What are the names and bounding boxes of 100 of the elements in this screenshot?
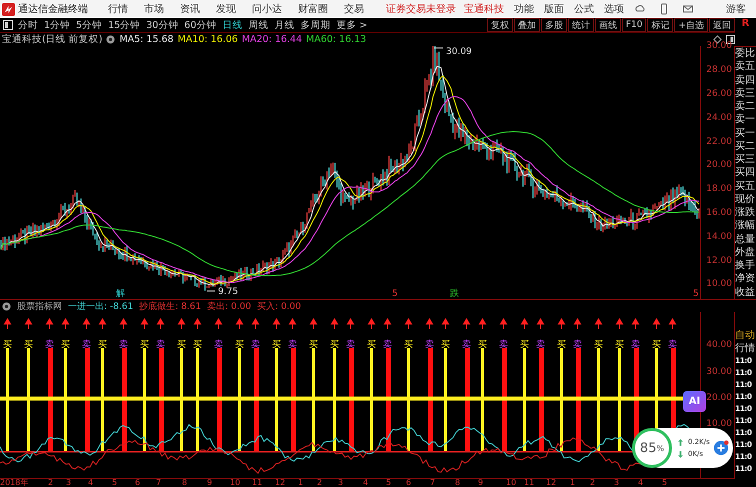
menu-item[interactable]: 版面 bbox=[544, 2, 564, 16]
toolbar-button[interactable]: 返回 bbox=[709, 18, 735, 32]
date-label: 4 bbox=[88, 478, 94, 487]
chart-marker[interactable]: 5 bbox=[693, 289, 699, 300]
panel-toggle-icon[interactable] bbox=[3, 20, 13, 30]
signal-label: 买 bbox=[652, 340, 661, 350]
period-tab[interactable]: 1分钟 bbox=[44, 18, 70, 32]
period-tab[interactable]: 分时 bbox=[18, 18, 38, 32]
signal-label: 买 bbox=[3, 340, 12, 350]
quote-field-label: 总量 bbox=[735, 234, 756, 245]
menu-item[interactable]: 市场 bbox=[144, 2, 164, 16]
date-label: 12 bbox=[275, 478, 286, 487]
arrow-icon bbox=[215, 318, 222, 330]
period-tab[interactable]: 5分钟 bbox=[76, 18, 102, 32]
memory-usage-ball[interactable]: 85% bbox=[632, 428, 672, 468]
date-label: 6 bbox=[135, 478, 140, 487]
quote-field-label: 买二 bbox=[735, 140, 756, 152]
period-tab[interactable]: 日线 bbox=[222, 18, 242, 32]
arrow-icon bbox=[669, 318, 676, 330]
arrow-icon bbox=[62, 318, 69, 330]
menu-item[interactable]: 行情 bbox=[108, 2, 128, 16]
arrow-icon bbox=[368, 318, 375, 330]
arrow-icon bbox=[46, 318, 53, 330]
toolbar-button[interactable]: +自选 bbox=[674, 18, 708, 32]
quote-field-label: 委比 bbox=[735, 48, 756, 60]
signal-label: 卖 bbox=[214, 340, 223, 350]
date-label: 2018年 bbox=[0, 478, 28, 487]
menu-item[interactable]: 交易 bbox=[344, 2, 364, 16]
menu-item[interactable]: 公式 bbox=[574, 2, 594, 16]
period-tab[interactable]: 月线 bbox=[274, 18, 294, 32]
menu-item[interactable]: 功能 bbox=[514, 2, 534, 16]
toolbar-button[interactable]: 画线 bbox=[594, 18, 621, 32]
menu-item[interactable]: 选项 bbox=[604, 2, 624, 16]
signal-label: 买 bbox=[367, 340, 376, 350]
low-price-label: 9.75 bbox=[218, 287, 238, 298]
signal-label: 买 bbox=[177, 340, 186, 350]
user-button[interactable]: 游客 bbox=[726, 2, 746, 16]
arrow-icon bbox=[178, 318, 185, 330]
axis-tick-label: 18.00 bbox=[706, 184, 732, 194]
toolbar-button[interactable]: 标记 bbox=[647, 18, 674, 32]
period-tab[interactable]: 30分钟 bbox=[146, 18, 178, 32]
phone-icon[interactable] bbox=[658, 3, 670, 15]
date-label: 9 bbox=[207, 478, 212, 487]
mail-icon[interactable] bbox=[682, 3, 694, 15]
upload-arrow-icon bbox=[678, 438, 683, 446]
moving-average-value: MA5: 15.68 bbox=[119, 34, 174, 46]
period-tab[interactable]: 更多 > bbox=[336, 18, 368, 32]
date-label: 3 bbox=[338, 478, 344, 487]
signal-label: 买 bbox=[594, 340, 603, 350]
period-tab[interactable]: 多周期 bbox=[300, 18, 330, 32]
arrow-icon bbox=[574, 318, 581, 330]
signal-label: 买 bbox=[478, 340, 487, 350]
date-label: 11 bbox=[252, 478, 262, 487]
date-label: 5 bbox=[386, 478, 392, 487]
signal-label: 卖 bbox=[251, 340, 260, 350]
quote-field-label: 买五 bbox=[735, 180, 756, 192]
menu-item[interactable]: 发现 bbox=[216, 2, 236, 16]
mode-label[interactable]: 自动 bbox=[735, 330, 756, 342]
ai-button[interactable]: AI bbox=[683, 391, 706, 412]
arrow-icon bbox=[252, 318, 259, 330]
chart-marker[interactable]: 解 bbox=[116, 289, 125, 300]
toolbar-button[interactable]: 多股 bbox=[540, 18, 567, 32]
signal-label: 卖 bbox=[462, 340, 471, 350]
toolbar-button[interactable]: 叠加 bbox=[514, 18, 540, 32]
toolbar-button[interactable]: F10 bbox=[622, 18, 646, 32]
panel-header[interactable]: R bbox=[742, 18, 750, 46]
signal-label: 卖 bbox=[536, 340, 545, 350]
quote-field-label: 外盘 bbox=[735, 246, 756, 258]
indicator-reading: 卖出: 0.00 bbox=[207, 300, 252, 313]
signal-label: 买 bbox=[557, 340, 566, 350]
date-label: 5 bbox=[112, 478, 118, 487]
signal-label: 买 bbox=[193, 340, 202, 350]
axis-tick-label: 20.00 bbox=[706, 160, 732, 170]
chart-marker[interactable]: 5 bbox=[392, 289, 398, 300]
menu-item[interactable]: 资讯 bbox=[180, 2, 200, 16]
chart-marker[interactable]: 跌 bbox=[450, 289, 459, 300]
axis-tick-label: 28.00 bbox=[706, 65, 732, 76]
arrow-icon bbox=[347, 318, 354, 330]
moving-average-value: MA60: 16.13 bbox=[306, 34, 366, 46]
signal-label: 卖 bbox=[119, 340, 128, 350]
toolbar-button[interactable]: 统计 bbox=[568, 18, 594, 32]
period-tab[interactable]: 15分钟 bbox=[108, 18, 140, 32]
settings-icon[interactable] bbox=[2, 302, 11, 311]
date-label: 7 bbox=[156, 478, 162, 487]
signal-label: 买 bbox=[98, 340, 107, 350]
period-tab[interactable]: 60分钟 bbox=[184, 18, 216, 32]
menu-item[interactable]: 财富圈 bbox=[298, 2, 328, 16]
axis-tick-label: 30.00 bbox=[706, 366, 732, 377]
settings-icon[interactable] bbox=[106, 35, 116, 44]
arrow-icon bbox=[426, 318, 433, 330]
toolbar-button[interactable]: 复权 bbox=[486, 18, 513, 32]
signal-label: 买 bbox=[61, 340, 70, 350]
add-icon[interactable] bbox=[712, 440, 729, 456]
period-tab[interactable]: 周线 bbox=[248, 18, 268, 32]
date-label: 1 bbox=[570, 478, 576, 487]
moving-average-value: MA10: 16.06 bbox=[178, 34, 238, 46]
arrow-icon bbox=[4, 318, 11, 330]
signal-label: 买 bbox=[140, 340, 149, 350]
menu-item[interactable]: 问小达 bbox=[252, 2, 282, 16]
quote-field-label: 买四 bbox=[735, 167, 756, 178]
